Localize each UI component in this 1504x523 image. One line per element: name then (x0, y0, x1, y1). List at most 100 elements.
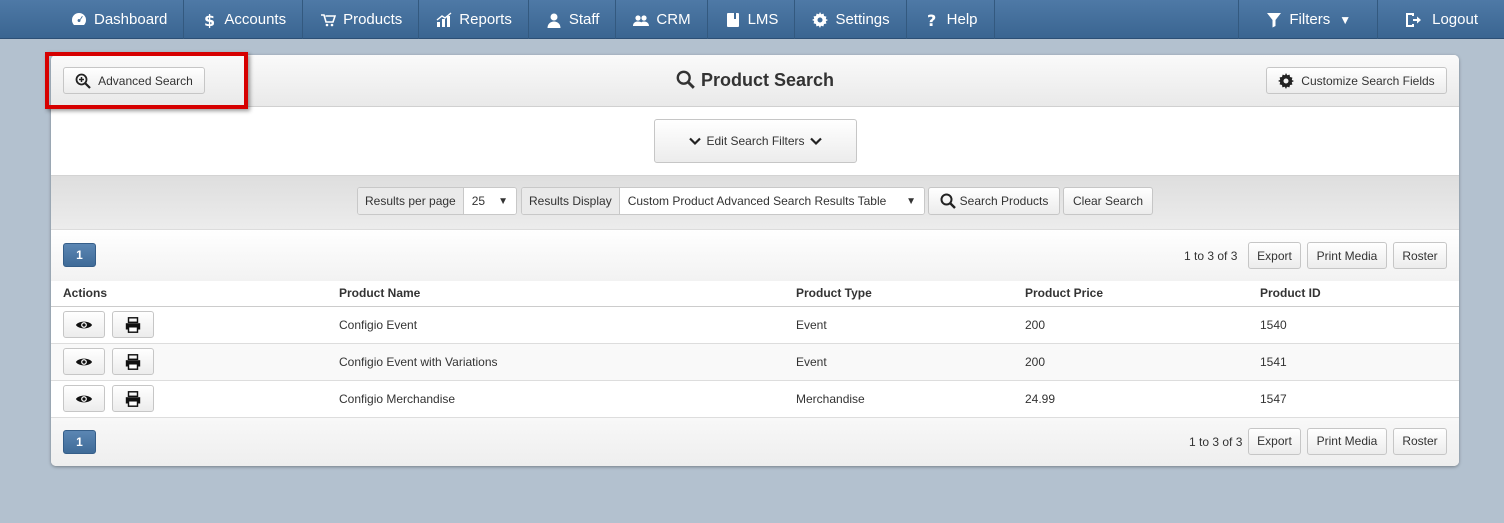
nav-lms[interactable]: LMS (708, 0, 796, 39)
printer-icon (126, 353, 141, 370)
eye-icon (75, 395, 93, 402)
search-icon (940, 193, 956, 209)
page-title-text: Product Search (700, 70, 835, 90)
nav-settings[interactable]: Settings (795, 0, 907, 39)
page-number-button[interactable]: 1 (63, 243, 96, 267)
customize-label: Customize Search Fields (1301, 73, 1435, 88)
printer-icon (126, 316, 141, 333)
select-caret-icon: ▼ (906, 195, 916, 207)
row-actions (51, 306, 339, 344)
product-type-cell: Event (796, 343, 1025, 381)
svg-text:?: ? (927, 12, 936, 28)
nav-label: Settings (835, 11, 890, 28)
results-per-page-value: 25 (471, 194, 486, 208)
logout-icon (1404, 11, 1422, 29)
table-row: Configio Event with Variations Event 200… (51, 343, 1459, 381)
gear-icon (1278, 72, 1295, 89)
search-icon (676, 70, 695, 89)
page-number-button[interactable]: 1 (63, 429, 96, 454)
panel-header: Advanced Search Product Search Customize… (51, 55, 1459, 107)
nav-label: Logout (1432, 11, 1478, 28)
clear-search-label: Clear Search (1072, 194, 1144, 208)
product-price-cell: 200 (1025, 306, 1260, 344)
product-id-cell: 1547 (1260, 380, 1459, 418)
nav-label: Filters (1289, 11, 1331, 28)
product-price-cell: 24.99 (1025, 380, 1260, 418)
nav-crm[interactable]: CRM (616, 0, 708, 39)
nav-label: Products (343, 11, 403, 28)
print-media-button[interactable]: Print Media (1307, 427, 1387, 455)
table-row: Configio Event Event 200 1540 (51, 306, 1459, 344)
product-name-cell: Configio Merchandise (339, 380, 796, 418)
question-icon: ? (923, 11, 941, 29)
cart-icon (319, 11, 337, 29)
nav-help[interactable]: ? Help (907, 0, 995, 39)
search-products-button[interactable]: Search Products (928, 187, 1060, 215)
results-display-group: Results Display Custom Product Advanced … (521, 187, 925, 215)
filter-icon (1265, 11, 1283, 29)
nav-filters[interactable]: Filters ▼ (1238, 0, 1377, 39)
chevron-down-icon (689, 137, 702, 146)
roster-button[interactable]: Roster (1393, 427, 1447, 455)
product-type-cell: Event (796, 306, 1025, 344)
nav-dashboard[interactable]: Dashboard (0, 0, 185, 39)
user-icon (545, 11, 563, 29)
nav-label: LMS (747, 11, 779, 28)
dashboard-icon (70, 11, 88, 29)
record-count: 1 to 3 of 3 (1189, 434, 1243, 449)
view-button[interactable] (63, 311, 105, 338)
product-name-cell: Configio Event (339, 306, 796, 344)
product-name-cell: Configio Event with Variations (339, 343, 796, 381)
clear-search-button[interactable]: Clear Search (1063, 187, 1153, 215)
product-type-cell: Merchandise (796, 380, 1025, 418)
nav-label: CRM (656, 11, 691, 28)
row-actions (51, 380, 339, 418)
nav-accounts[interactable]: $ Accounts (184, 0, 304, 39)
chart-icon (435, 11, 453, 29)
page-title: Product Search (51, 70, 1459, 91)
results-table: Actions Product Name Product Type Produc… (51, 281, 1459, 418)
svg-text:$: $ (204, 12, 215, 28)
customize-search-fields-button[interactable]: Customize Search Fields (1266, 67, 1447, 94)
nav-staff[interactable]: Staff (529, 0, 617, 39)
gear-icon (811, 11, 829, 29)
product-id-cell: 1541 (1260, 343, 1459, 381)
col-product-name[interactable]: Product Name (339, 281, 796, 307)
select-caret-icon: ▼ (498, 195, 508, 207)
nav-logout[interactable]: Logout (1377, 0, 1504, 39)
dollar-icon: $ (200, 11, 218, 29)
results-display-select[interactable]: Custom Product Advanced Search Results T… (619, 188, 924, 214)
edit-search-filters-button[interactable]: Edit Search Filters (654, 119, 857, 163)
nav-label: Staff (568, 11, 600, 28)
top-pager: 1 1 to 3 of 3 Export Print Media Roster (51, 230, 1459, 281)
caret-down-icon: ▼ (1339, 12, 1352, 27)
view-button[interactable] (63, 348, 105, 375)
product-id-cell: 1540 (1260, 306, 1459, 344)
table-row: Configio Merchandise Merchandise 24.99 1… (51, 380, 1459, 418)
export-button[interactable]: Export (1248, 242, 1301, 269)
nav-products[interactable]: Products (303, 0, 420, 39)
results-display-label: Results Display (522, 188, 620, 214)
col-product-price[interactable]: Product Price (1025, 281, 1260, 307)
results-options-row: Results per page 25 ▼ Results Display Cu… (51, 176, 1459, 230)
print-button[interactable] (112, 311, 155, 338)
col-product-id[interactable]: Product ID (1260, 281, 1459, 307)
table-header-row: Actions Product Name Product Type Produc… (51, 281, 1459, 307)
print-media-button[interactable]: Print Media (1307, 242, 1387, 269)
nav-reports[interactable]: Reports (419, 0, 529, 39)
chevron-down-icon (809, 137, 822, 146)
top-nav: Dashboard $ Accounts Products Reports St… (0, 0, 1504, 39)
col-product-type[interactable]: Product Type (796, 281, 1025, 307)
roster-button[interactable]: Roster (1393, 242, 1447, 269)
users-icon (632, 11, 650, 29)
print-button[interactable] (112, 348, 155, 375)
results-display-value: Custom Product Advanced Search Results T… (627, 194, 887, 208)
bottom-pager: 1 1 to 3 of 3 Export Print Media Roster (51, 417, 1459, 466)
highlight-box (45, 52, 248, 109)
export-button[interactable]: Export (1248, 427, 1301, 455)
print-button[interactable] (112, 385, 155, 412)
nav-label: Help (946, 11, 978, 28)
view-button[interactable] (63, 385, 105, 412)
col-actions[interactable]: Actions (51, 281, 339, 307)
results-per-page-select[interactable]: 25 ▼ (463, 188, 516, 214)
